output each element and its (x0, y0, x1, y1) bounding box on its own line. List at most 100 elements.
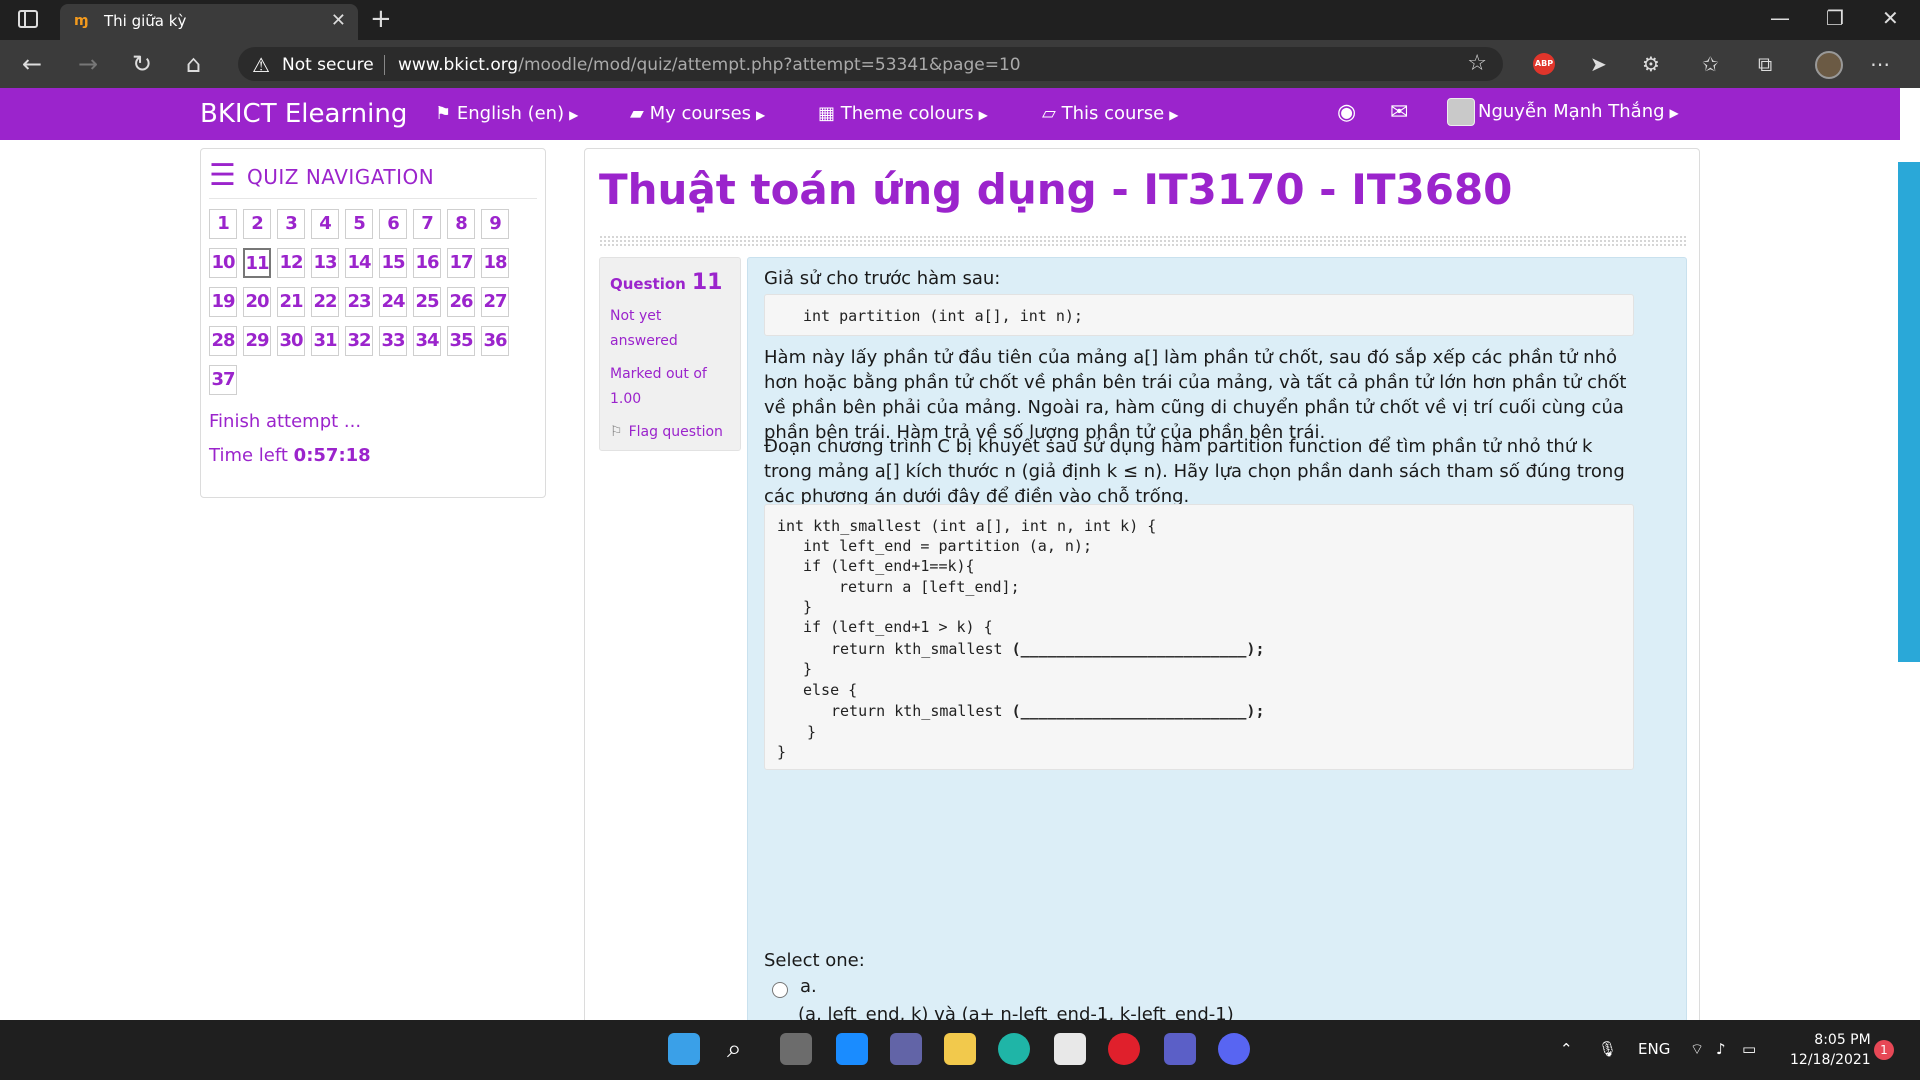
site-brand[interactable]: BKICT Elearning (200, 99, 407, 129)
quiz-question-button[interactable]: 22 (311, 287, 339, 317)
user-avatar[interactable] (1447, 98, 1475, 126)
cursor-extension-icon[interactable]: ➤ (1590, 52, 1607, 76)
address-bar[interactable]: ⚠ Not secure www.bkict.org/moodle/mod/qu… (238, 47, 1503, 81)
quiz-question-button[interactable]: 15 (379, 248, 407, 278)
not-secure-label[interactable]: Not secure (282, 55, 374, 75)
new-tab-icon[interactable]: + (370, 4, 392, 34)
discord-icon[interactable] (1218, 1033, 1250, 1065)
quiz-question-button[interactable]: 29 (243, 326, 271, 356)
store-icon[interactable] (1054, 1033, 1086, 1065)
teams-chat-icon[interactable] (890, 1033, 922, 1065)
system-clock[interactable]: 8:05 PM 12/18/2021 (1790, 1030, 1871, 1070)
finish-attempt-link[interactable]: Finish attempt ... (209, 411, 361, 432)
quiz-question-button[interactable]: 28 (209, 326, 237, 356)
quiz-question-button[interactable]: 20 (243, 287, 271, 317)
language-menu[interactable]: ⚑ English (en) ▶ (435, 103, 578, 124)
collections-icon[interactable]: ⧉ (1758, 52, 1772, 76)
notification-badge[interactable]: 1 (1874, 1040, 1894, 1060)
quiz-question-button[interactable]: 33 (379, 326, 407, 356)
option-a-letter[interactable]: a. (800, 976, 817, 997)
back-icon[interactable]: ← (22, 50, 42, 78)
battery-icon[interactable]: ▭ (1742, 1040, 1756, 1058)
quiz-question-button[interactable]: 1 (209, 209, 237, 239)
quiz-question-button[interactable]: 19 (209, 287, 237, 317)
search-icon[interactable]: ⌕ (727, 1034, 742, 1065)
quiz-question-button[interactable]: 14 (345, 248, 373, 278)
notification-icon[interactable]: ◉ (1337, 100, 1356, 125)
extensions-icon[interactable]: ⚙ (1642, 52, 1660, 76)
option-a-radio[interactable] (772, 982, 788, 998)
quiz-question-button[interactable]: 16 (413, 248, 441, 278)
quiz-question-button[interactable]: 34 (413, 326, 441, 356)
tab-actions-icon[interactable] (18, 10, 38, 28)
user-menu[interactable]: Nguyễn Mạnh Thắng ▶ (1478, 101, 1679, 122)
quiz-question-button[interactable]: 36 (481, 326, 509, 356)
restore-icon[interactable]: ❐ (1826, 6, 1844, 30)
quiz-question-button[interactable]: 11 (243, 248, 271, 278)
quiz-question-button[interactable]: 26 (447, 287, 475, 317)
menu-icon[interactable]: ☰ (209, 161, 236, 191)
quiz-question-button[interactable]: 4 (311, 209, 339, 239)
quiz-question-button[interactable]: 8 (447, 209, 475, 239)
theme-colours-menu[interactable]: ▦ Theme colours ▶ (818, 103, 988, 124)
start-icon[interactable] (668, 1033, 700, 1065)
quiz-question-button[interactable]: 31 (311, 326, 339, 356)
close-tab-icon[interactable]: ✕ (331, 10, 346, 31)
quiz-question-button[interactable]: 10 (209, 248, 237, 278)
quiz-question-button[interactable]: 32 (345, 326, 373, 356)
close-window-icon[interactable]: ✕ (1882, 6, 1899, 30)
messages-icon[interactable]: ✉ (1390, 100, 1408, 125)
add-favorite-icon[interactable]: ☆ (1467, 51, 1487, 76)
question-word: Question (610, 275, 686, 293)
adblock-icon[interactable]: ABP (1533, 53, 1555, 75)
quiz-question-button[interactable]: 7 (413, 209, 441, 239)
opera-icon[interactable] (1108, 1033, 1140, 1065)
edge-icon[interactable] (998, 1033, 1030, 1065)
quiz-question-button[interactable]: 25 (413, 287, 441, 317)
quiz-question-button[interactable]: 23 (345, 287, 373, 317)
warning-icon[interactable]: ⚠ (252, 53, 270, 77)
scrollbar-thumb[interactable] (1898, 162, 1920, 662)
volume-icon[interactable]: ♪ (1716, 1040, 1726, 1058)
flag-question-link[interactable]: ⚐ Flag question (610, 424, 723, 440)
minimize-icon[interactable]: — (1770, 6, 1790, 30)
quiz-question-button[interactable]: 27 (481, 287, 509, 317)
code-line: } (807, 723, 817, 741)
wifi-icon[interactable]: ⌔ (1690, 1040, 1704, 1059)
more-icon[interactable]: ⋯ (1870, 52, 1890, 76)
quiz-question-button[interactable]: 35 (447, 326, 475, 356)
caret-right-icon: ▶ (978, 108, 988, 122)
home-icon[interactable]: ⌂ (186, 50, 201, 78)
this-course-menu[interactable]: ▱ This course ▶ (1042, 103, 1179, 124)
quiz-question-button[interactable]: 13 (311, 248, 339, 278)
quiz-question-button[interactable]: 12 (277, 248, 305, 278)
quiz-question-button[interactable]: 17 (447, 248, 475, 278)
quiz-question-button[interactable]: 9 (481, 209, 509, 239)
profile-avatar[interactable] (1815, 51, 1843, 79)
quiz-question-button[interactable]: 6 (379, 209, 407, 239)
caret-right-icon: ▶ (1669, 106, 1679, 120)
widgets-icon[interactable] (836, 1033, 868, 1065)
theme-colours-label: Theme colours (840, 103, 974, 124)
clock-date: 12/18/2021 (1790, 1052, 1871, 1068)
quiz-question-button[interactable]: 21 (277, 287, 305, 317)
refresh-icon[interactable]: ↻ (132, 50, 152, 78)
teams-icon[interactable] (1164, 1033, 1196, 1065)
microphone-icon[interactable]: 🎙 (1598, 1040, 1617, 1058)
forward-icon[interactable]: → (78, 50, 98, 78)
file-explorer-icon[interactable] (944, 1033, 976, 1065)
favorites-icon[interactable]: ✩ (1702, 52, 1719, 76)
quiz-question-button[interactable]: 18 (481, 248, 509, 278)
quiz-question-button[interactable]: 37 (209, 365, 237, 395)
input-language[interactable]: ENG (1638, 1040, 1670, 1058)
url-text[interactable]: www.bkict.org/moodle/mod/quiz/attempt.ph… (398, 55, 1021, 75)
browser-tab-active[interactable]: ɱ Thi giữa kỳ ✕ (60, 4, 358, 40)
task-view-icon[interactable] (780, 1033, 812, 1065)
tray-overflow-icon[interactable]: ⌃ (1560, 1040, 1573, 1058)
quiz-question-button[interactable]: 2 (243, 209, 271, 239)
quiz-question-button[interactable]: 3 (277, 209, 305, 239)
my-courses-menu[interactable]: ▰ My courses ▶ (630, 103, 765, 124)
quiz-question-button[interactable]: 5 (345, 209, 373, 239)
quiz-question-button[interactable]: 24 (379, 287, 407, 317)
quiz-question-button[interactable]: 30 (277, 326, 305, 356)
